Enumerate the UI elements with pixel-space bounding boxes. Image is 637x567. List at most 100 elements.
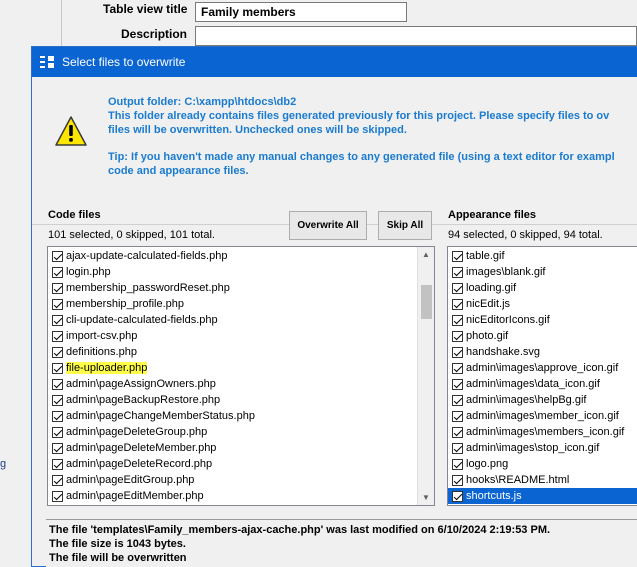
file-name: admin\pageDeleteMember.php [66, 442, 217, 454]
file-checkbox[interactable] [52, 362, 63, 374]
file-checkbox[interactable] [452, 410, 463, 422]
code-list-item[interactable]: membership_passwordReset.php [48, 280, 434, 296]
app-icon [40, 55, 54, 69]
code-files-count: 101 selected, 0 skipped, 101 total. [48, 229, 215, 241]
appearance-list-item[interactable]: handshake.svg [448, 344, 637, 360]
appearance-list-item[interactable]: photo.gif [448, 328, 637, 344]
code-list-item[interactable]: admin\pageAssignOwners.php [48, 376, 434, 392]
skip-all-button[interactable]: Skip All [378, 211, 432, 240]
code-list-item[interactable]: admin\pageBackupRestore.php [48, 392, 434, 408]
file-name: file-uploader.php [66, 362, 148, 374]
appearance-list-item[interactable]: admin\images\member_icon.gif [448, 408, 637, 424]
status-action-text: The file will be overwritten [49, 552, 187, 564]
scroll-thumb[interactable] [421, 285, 432, 319]
file-name: loading.gif [466, 282, 517, 294]
file-checkbox[interactable] [452, 426, 463, 438]
code-list-item[interactable]: ajax-update-calculated-fields.php [48, 248, 434, 264]
file-checkbox[interactable] [452, 394, 463, 406]
file-checkbox[interactable] [52, 314, 63, 326]
file-checkbox[interactable] [52, 410, 63, 422]
file-checkbox[interactable] [52, 330, 63, 342]
file-checkbox[interactable] [52, 250, 63, 262]
file-name: photo.gif [466, 330, 509, 342]
code-list-scrollbar[interactable]: ▲ ▼ [417, 247, 434, 505]
appearance-list-item[interactable]: admin\images\data_icon.gif [448, 376, 637, 392]
code-list-item[interactable]: definitions.php [48, 344, 434, 360]
file-checkbox[interactable] [452, 330, 463, 342]
file-checkbox[interactable] [452, 474, 463, 486]
file-checkbox[interactable] [452, 378, 463, 390]
file-checkbox[interactable] [452, 490, 463, 502]
code-list-item[interactable]: admin\pageDeleteRecord.php [48, 456, 434, 472]
appearance-list-item[interactable]: table.gif [448, 248, 637, 264]
file-checkbox[interactable] [452, 250, 463, 262]
appearance-list-item[interactable]: nicEdit.js [448, 296, 637, 312]
file-name: admin\images\helpBg.gif [466, 394, 587, 406]
file-checkbox[interactable] [452, 282, 463, 294]
appearance-list-item[interactable]: shortcuts.js [448, 488, 637, 504]
file-checkbox[interactable] [52, 266, 63, 278]
code-list-item[interactable]: file-uploader.php [48, 360, 434, 376]
file-checkbox[interactable] [52, 282, 63, 294]
file-checkbox[interactable] [452, 458, 463, 470]
file-checkbox[interactable] [452, 346, 463, 358]
file-checkbox[interactable] [52, 490, 63, 502]
appearance-list-item[interactable]: nicEditorIcons.gif [448, 312, 637, 328]
file-name: admin\pageEditMember.php [66, 490, 204, 502]
file-name: handshake.svg [466, 346, 540, 358]
code-list-item[interactable]: membership_profile.php [48, 296, 434, 312]
tip-line1: Tip: If you haven't made any manual chan… [108, 151, 615, 163]
appearance-files-list[interactable]: table.gif images\blank.gif loading.gif nicE… [447, 246, 637, 506]
table-view-title-input[interactable]: Family members [195, 2, 407, 22]
appearance-files-label: Appearance files [448, 209, 537, 221]
code-list-item[interactable]: login.php [48, 264, 434, 280]
file-name: ajax-update-calculated-fields.php [66, 250, 228, 262]
appearance-list-item[interactable]: images\blank.gif [448, 264, 637, 280]
scroll-down-arrow-icon[interactable]: ▼ [422, 493, 430, 502]
appearance-list-item[interactable]: admin\images\helpBg.gif [448, 392, 637, 408]
description-input[interactable] [195, 26, 637, 46]
file-checkbox[interactable] [52, 442, 63, 454]
file-name: admin\images\member_icon.gif [466, 410, 619, 422]
appearance-list-item[interactable]: loading.gif [448, 280, 637, 296]
file-name: logo.png [466, 458, 509, 470]
code-list-item[interactable]: import-csv.php [48, 328, 434, 344]
dialog-title: Select files to overwrite [62, 55, 186, 69]
file-checkbox[interactable] [52, 298, 63, 310]
appearance-list-item[interactable]: admin\images\stop_icon.gif [448, 440, 637, 456]
file-checkbox[interactable] [52, 474, 63, 486]
file-checkbox[interactable] [452, 266, 463, 278]
file-checkbox[interactable] [52, 458, 63, 470]
warning-icon [55, 116, 87, 146]
appearance-list-item[interactable]: logo.png [448, 456, 637, 472]
appearance-list-item[interactable]: hooks\README.html [448, 472, 637, 488]
dialog-titlebar[interactable]: Select files to overwrite [32, 47, 637, 77]
file-name: admin\images\data_icon.gif [466, 378, 600, 390]
code-files-list[interactable]: ajax-update-calculated-fields.php login.p… [47, 246, 435, 506]
code-list-item[interactable]: admin\pageEditMember.php [48, 488, 434, 504]
info-message-line2: files will be overwritten. Unchecked one… [108, 124, 407, 136]
file-name: login.php [66, 266, 111, 278]
appearance-list-item[interactable]: admin\images\approve_icon.gif [448, 360, 637, 376]
code-list-item[interactable]: cli-update-calculated-fields.php [48, 312, 434, 328]
code-list-item[interactable]: admin\pageChangeMemberStatus.php [48, 408, 434, 424]
code-list-item[interactable]: admin\pageEditGroup.php [48, 472, 434, 488]
file-checkbox[interactable] [452, 442, 463, 454]
file-name: admin\pageChangeMemberStatus.php [66, 410, 255, 422]
file-name: membership_profile.php [66, 298, 185, 310]
file-checkbox[interactable] [452, 314, 463, 326]
file-checkbox[interactable] [452, 362, 463, 374]
file-name: nicEditorIcons.gif [466, 314, 550, 326]
file-checkbox[interactable] [52, 426, 63, 438]
scroll-up-arrow-icon[interactable]: ▲ [422, 250, 430, 259]
appearance-list-item[interactable]: admin\images\members_icon.gif [448, 424, 637, 440]
file-checkbox[interactable] [452, 298, 463, 310]
background-side-text: g [0, 458, 7, 470]
status-panel: The file 'templates\Family_members-ajax-… [46, 519, 637, 567]
code-list-item[interactable]: admin\pageDeleteGroup.php [48, 424, 434, 440]
file-checkbox[interactable] [52, 394, 63, 406]
overwrite-all-button[interactable]: Overwrite All [289, 211, 367, 240]
file-checkbox[interactable] [52, 378, 63, 390]
file-checkbox[interactable] [52, 346, 63, 358]
code-list-item[interactable]: admin\pageDeleteMember.php [48, 440, 434, 456]
